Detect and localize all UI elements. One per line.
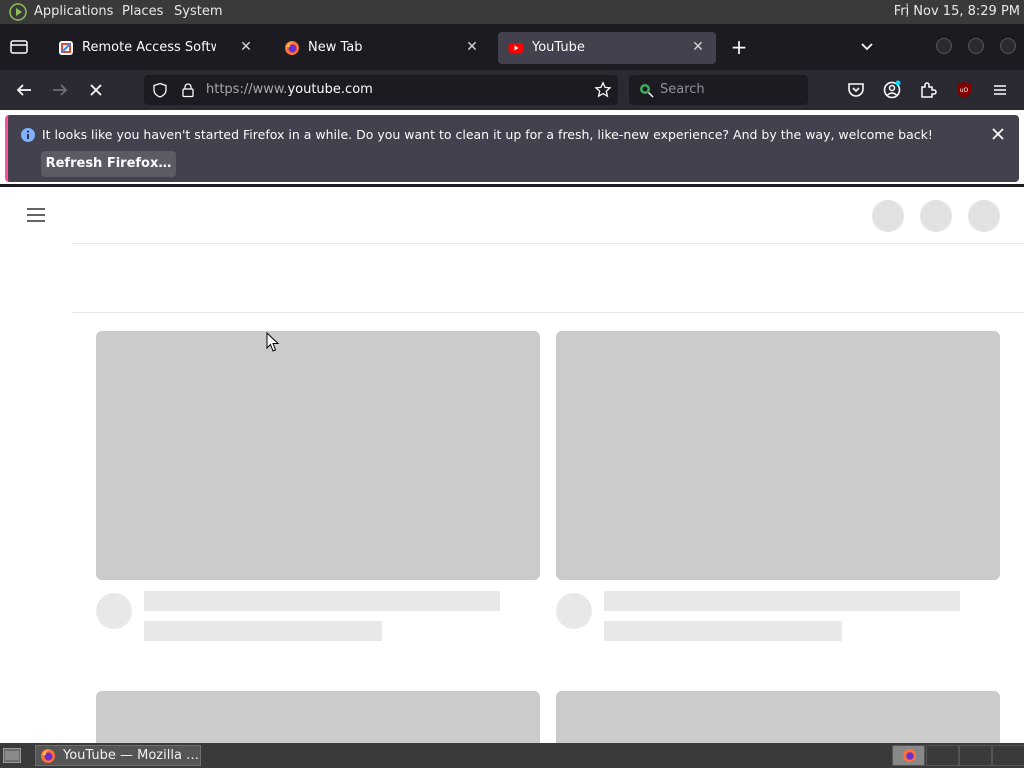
nav-toolbar: https://www.youtube.com Search uO: [0, 70, 1024, 110]
refresh-firefox-notification: It looks like you haven't started Firefo…: [5, 115, 1019, 182]
skeleton-avatar: [968, 200, 1000, 232]
applications-menu[interactable]: Applications: [34, 4, 113, 19]
tab-youtube[interactable]: YouTube ✕: [498, 32, 716, 64]
tab-remote-access[interactable]: Remote Access Software | F ✕: [48, 32, 264, 64]
new-tab-button[interactable]: +: [728, 36, 750, 58]
workspace-2[interactable]: [926, 745, 959, 766]
chip-bar-divider: [72, 312, 1024, 313]
search-placeholder: Search: [660, 82, 705, 97]
search-bar[interactable]: Search: [629, 75, 808, 105]
refresh-firefox-button[interactable]: Refresh Firefox…: [41, 151, 176, 177]
forward-arrow-icon[interactable]: [48, 78, 72, 102]
remote-access-favicon: [59, 41, 73, 55]
skeleton-channel-avatar: [96, 593, 132, 629]
youtube-icon: [508, 43, 524, 53]
guide-menu-icon[interactable]: [26, 207, 46, 223]
close-tab-icon[interactable]: ✕: [462, 37, 482, 57]
system-menu[interactable]: System: [174, 4, 222, 19]
back-arrow-icon[interactable]: [12, 78, 36, 102]
bookmark-star-icon[interactable]: [594, 81, 612, 99]
skeleton-channel-avatar: [556, 593, 592, 629]
tab-title: YouTube: [532, 40, 585, 55]
lock-icon[interactable]: [180, 82, 196, 98]
skeleton-title-line: [604, 591, 960, 611]
firefox-view-icon[interactable]: [8, 38, 30, 56]
firefox-icon: [902, 748, 917, 763]
workspace-1[interactable]: [892, 745, 925, 766]
url-prefix: https://www.: [206, 82, 288, 97]
url-domain: youtube.com: [287, 82, 373, 97]
skeleton-thumbnail: [96, 331, 540, 580]
close-window-button[interactable]: [1000, 38, 1016, 54]
account-icon[interactable]: [880, 78, 904, 102]
pocket-icon[interactable]: [844, 78, 868, 102]
stop-loading-icon[interactable]: [84, 78, 108, 102]
mouse-cursor-icon: [266, 332, 280, 352]
close-tab-icon[interactable]: ✕: [688, 37, 708, 57]
places-menu[interactable]: Places: [122, 4, 163, 19]
skeleton-thumbnail: [556, 691, 1000, 743]
youtube-page: [0, 187, 1024, 743]
close-notification-icon[interactable]: [989, 125, 1007, 143]
taskbar-window-firefox[interactable]: YouTube — Mozilla …: [35, 745, 201, 766]
tab-title: New Tab: [308, 40, 363, 55]
skeleton-thumbnail: [556, 331, 1000, 580]
skeleton-header-button: [872, 200, 904, 232]
info-icon: [21, 128, 35, 142]
extensions-puzzle-icon[interactable]: [916, 78, 940, 102]
tab-title: Remote Access Software | F: [82, 40, 216, 55]
skeleton-meta-line: [144, 621, 382, 641]
skeleton-meta-line: [604, 621, 842, 641]
bottom-taskbar: YouTube — Mozilla …: [0, 743, 1024, 768]
distro-logo-icon[interactable]: [9, 3, 27, 21]
notification-message: It looks like you haven't started Firefo…: [42, 127, 933, 142]
skeleton-thumbnail: [96, 691, 540, 743]
close-tab-icon[interactable]: ✕: [236, 37, 256, 57]
workspace-3[interactable]: [959, 745, 992, 766]
skeleton-header-button: [920, 200, 952, 232]
clock[interactable]: Fri Nov 15, 8:29 PM: [894, 4, 1020, 19]
show-desktop-icon[interactable]: [3, 748, 21, 763]
ublock-origin-icon[interactable]: uO: [952, 78, 976, 102]
hamburger-menu-icon[interactable]: [988, 78, 1012, 102]
workspace-4[interactable]: [992, 745, 1024, 766]
skeleton-title-line: [144, 591, 500, 611]
header-divider: [72, 243, 1024, 244]
tab-new-tab[interactable]: New Tab ✕: [274, 32, 490, 64]
svg-text:uO: uO: [960, 87, 969, 94]
search-engine-icon[interactable]: [638, 82, 655, 99]
firefox-icon: [41, 749, 55, 763]
taskbar-window-title: YouTube — Mozilla …: [63, 748, 200, 763]
url-text[interactable]: https://www.youtube.com: [206, 82, 373, 97]
maximize-window-button[interactable]: [968, 38, 984, 54]
top-panel: Applications Places System Fri Nov 15, 8…: [0, 0, 1024, 24]
tracking-shield-icon[interactable]: [152, 82, 168, 98]
address-bar[interactable]: https://www.youtube.com: [144, 75, 618, 105]
minimize-window-button[interactable]: [936, 38, 952, 54]
firefox-icon: [285, 41, 299, 55]
list-all-tabs-icon[interactable]: [856, 36, 878, 58]
